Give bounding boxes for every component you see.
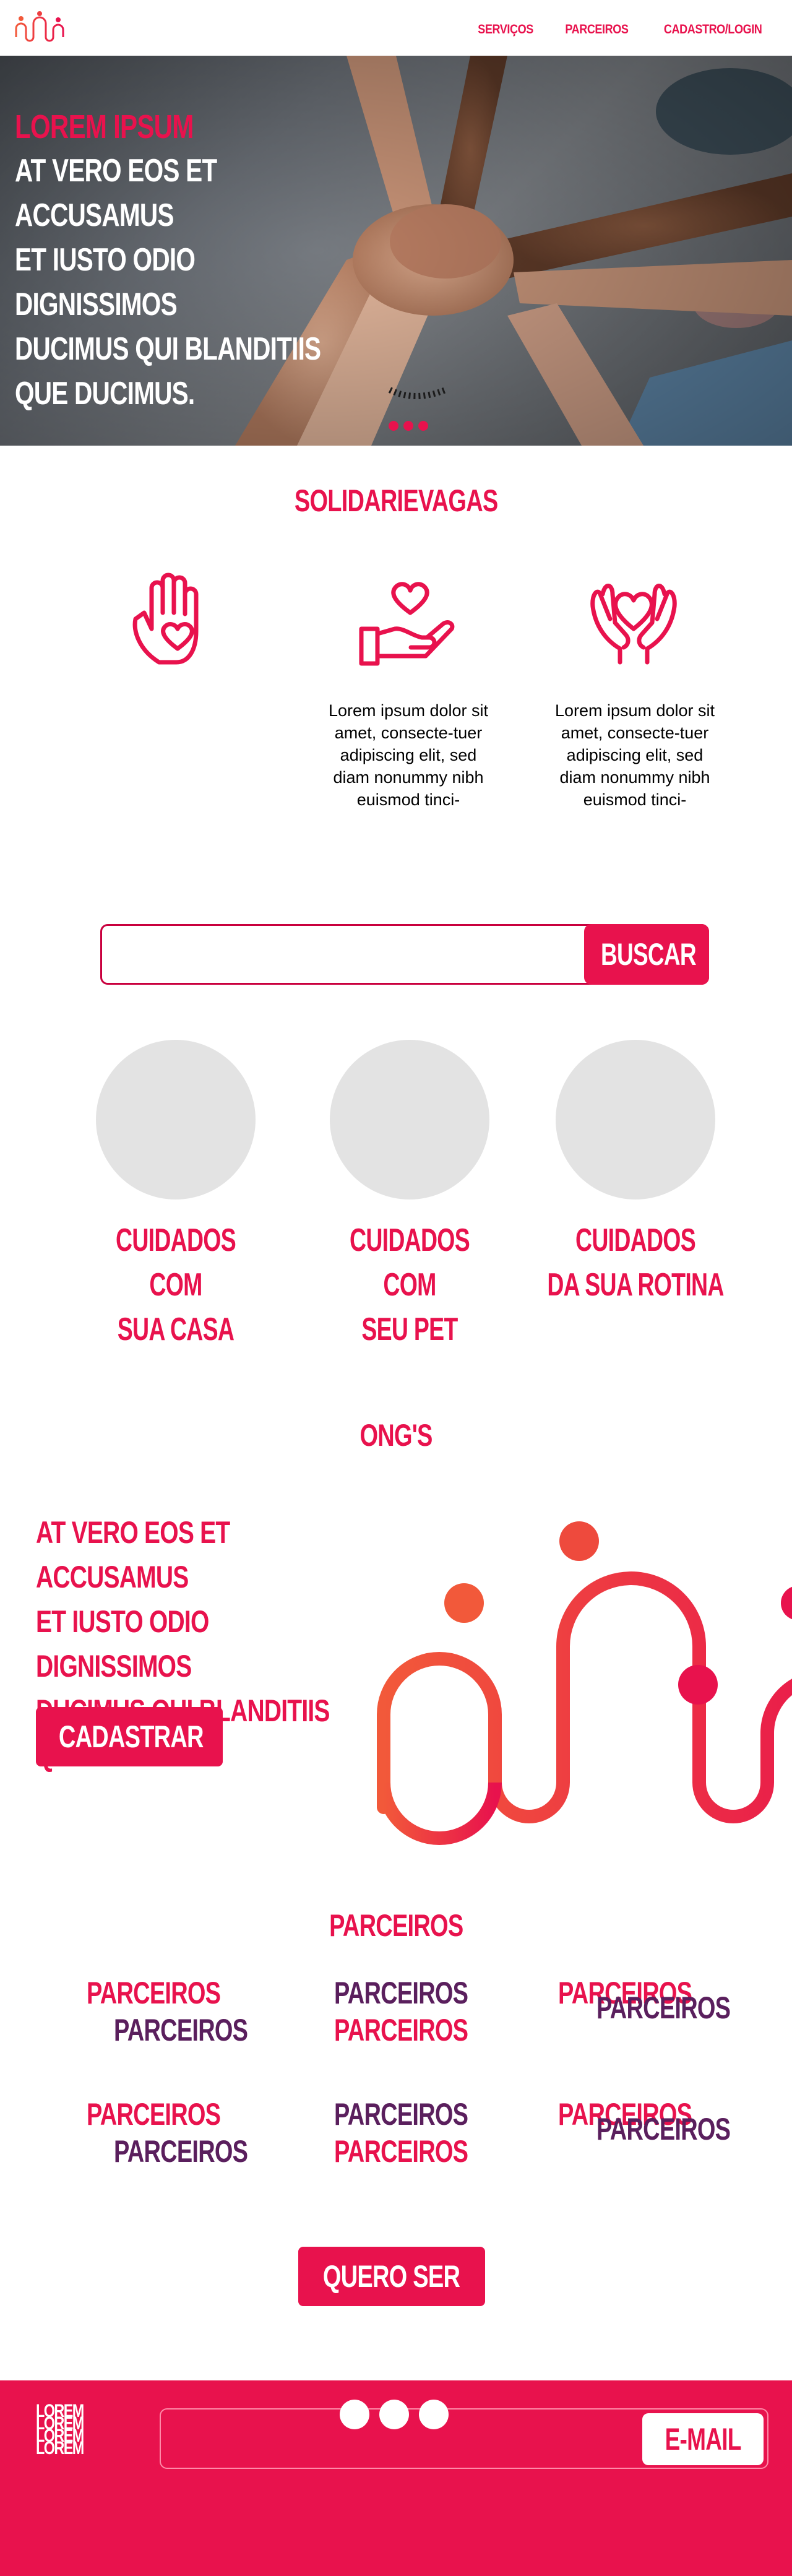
main-nav: SERVIÇOS PARCEIROS CADASTRO/LOGIN xyxy=(473,22,770,37)
category-image-casa[interactable] xyxy=(96,1040,256,1199)
newsletter-form: E-MAIL xyxy=(160,2408,768,2469)
email-submit-button[interactable]: E-MAIL xyxy=(642,2413,764,2465)
cadastrar-button[interactable]: CADASTRAR xyxy=(36,1707,223,1766)
partner-logo[interactable]: PARCEIROS xyxy=(334,2096,510,2133)
carousel-dot[interactable] xyxy=(418,421,428,431)
nav-servicos[interactable]: SERVIÇOS xyxy=(478,22,533,37)
search-input[interactable] xyxy=(108,932,579,975)
footer-logo[interactable]: LOREM LOREM LOREM LOREM xyxy=(36,2402,123,2458)
social-icon[interactable] xyxy=(339,2399,370,2430)
logo-icon[interactable] xyxy=(14,10,67,45)
quero-ser-button[interactable]: QUERO SER xyxy=(298,2247,485,2306)
category-label-casa[interactable]: CUIDADOS COM SUA CASA xyxy=(52,1218,299,1352)
partner-logo[interactable]: PARCEIROS xyxy=(334,1974,510,2012)
partner-logo[interactable]: PARCEIROS xyxy=(114,2133,290,2170)
carousel-dots xyxy=(389,421,428,431)
partner-logo[interactable]: PARCEIROS xyxy=(334,2012,510,2049)
partner-logo[interactable]: PARCEIROS xyxy=(596,2111,773,2148)
category-label-pet[interactable]: CUIDADOS COM SEU PET xyxy=(286,1218,533,1352)
features-title: SOLIDARIEVAGAS xyxy=(294,483,498,518)
ongs-line-2: ET IUSTO ODIO DIGNISSIMOS xyxy=(36,1604,209,1683)
hands-holding-heart-icon xyxy=(590,584,677,665)
partner-logo[interactable]: PARCEIROS xyxy=(87,1974,263,2012)
partner-logo[interactable]: PARCEIROS xyxy=(334,2133,510,2170)
carousel-dot[interactable] xyxy=(389,421,398,431)
partner-logo[interactable]: PARCEIROS xyxy=(87,2096,263,2133)
partner-logo[interactable]: PARCEIROS xyxy=(596,1989,773,2026)
hero-line-2: ET IUSTO ODIO DIGNISSIMOS xyxy=(15,242,196,322)
site-header: SERVIÇOS PARCEIROS CADASTRO/LOGIN xyxy=(0,0,792,56)
ong-logo-illustration xyxy=(377,1521,792,1845)
nav-cadastro-login[interactable]: CADASTRO/LOGIN xyxy=(664,22,762,37)
carousel-dot[interactable] xyxy=(403,421,413,431)
search-button[interactable]: BUSCAR xyxy=(584,924,709,985)
feature-text-2: Lorem ipsum dolor sit amet, consecte-tue… xyxy=(328,701,489,809)
hero-line-3: DUCIMUS QUI BLANDITIIS xyxy=(15,331,321,367)
social-icon[interactable] xyxy=(418,2399,449,2430)
search-bar: BUSCAR xyxy=(100,924,709,985)
category-label-rotina[interactable]: CUIDADOS DA SUA ROTINA xyxy=(512,1218,759,1307)
nav-parceiros[interactable]: PARCEIROS xyxy=(565,22,629,37)
social-icon[interactable] xyxy=(379,2399,410,2430)
hand-heart-icon xyxy=(132,573,199,665)
hero-text: LOREM IPSUM AT VERO EOS ET ACCUSAMUS ET … xyxy=(15,105,448,416)
hero-line-1: AT VERO EOS ET ACCUSAMUS xyxy=(15,153,217,233)
hero-banner: LOREM IPSUM AT VERO EOS ET ACCUSAMUS ET … xyxy=(0,56,792,446)
feature-text-3: Lorem ipsum dolor sit amet, consecte-tue… xyxy=(554,701,715,809)
ongs-line-1: AT VERO EOS ET ACCUSAMUS xyxy=(36,1515,230,1594)
giving-hand-heart-icon xyxy=(359,582,455,666)
category-image-pet[interactable] xyxy=(330,1040,489,1199)
category-image-rotina[interactable] xyxy=(556,1040,715,1199)
ongs-title: ONG'S xyxy=(359,1418,433,1453)
partner-logo[interactable]: PARCEIROS xyxy=(114,2012,290,2049)
hero-eyebrow: LOREM IPSUM xyxy=(15,108,194,145)
hero-line-4: QUE DUCIMUS. xyxy=(15,376,195,412)
partners-title: PARCEIROS xyxy=(329,1908,463,1943)
social-links xyxy=(339,2399,449,2430)
